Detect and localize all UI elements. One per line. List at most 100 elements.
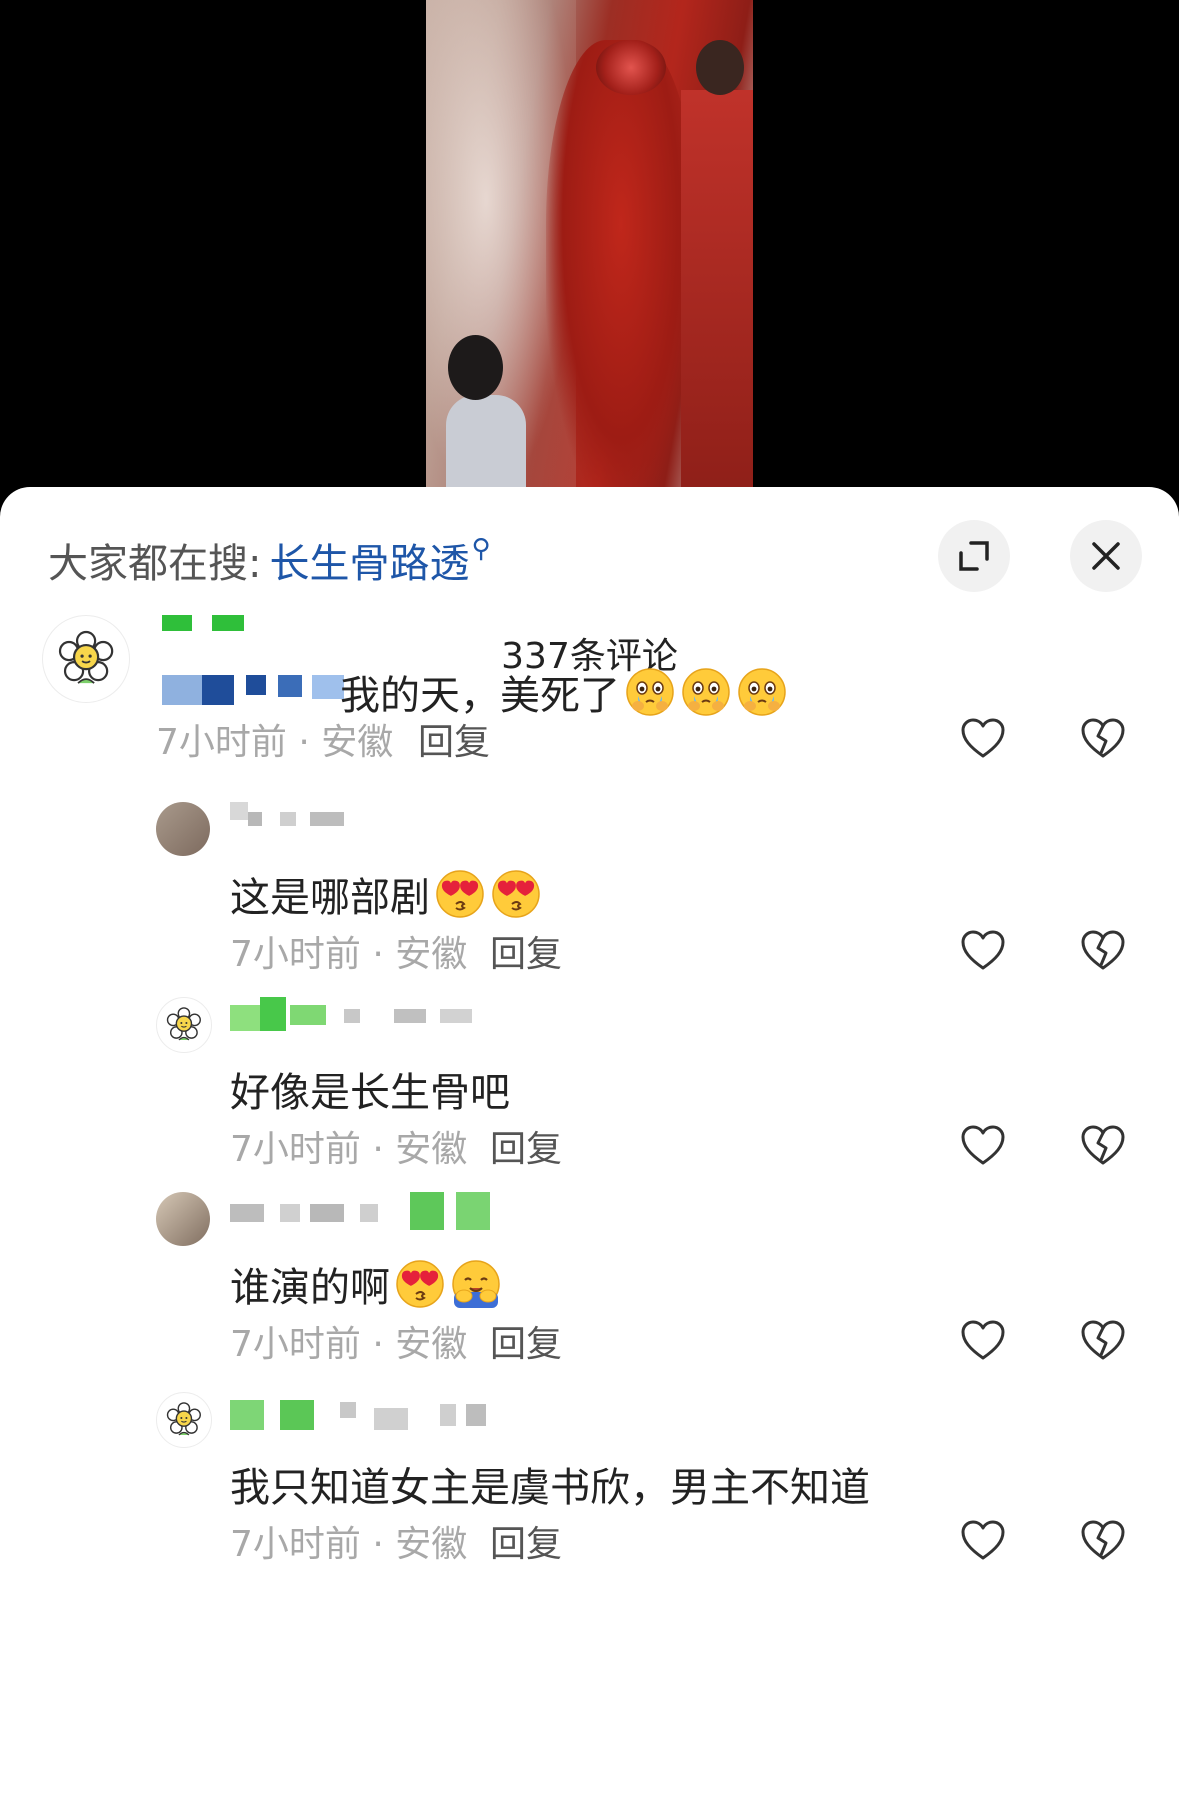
mosaic-block bbox=[440, 1009, 472, 1023]
mosaic-block bbox=[246, 675, 266, 695]
comment-time: 7小时前 bbox=[156, 722, 287, 763]
comment-item[interactable]: 我的天，美死了 7小时前 · 安徽 回复 bbox=[0, 615, 1179, 805]
comment-meta: 7小时前 · 安徽 bbox=[156, 713, 393, 765]
dislike-icon[interactable] bbox=[1080, 717, 1126, 759]
crying-face-emoji bbox=[738, 668, 786, 716]
crying-face-emoji bbox=[626, 668, 674, 716]
flower-avatar[interactable] bbox=[156, 1392, 212, 1448]
mosaic-block bbox=[360, 1204, 378, 1222]
comment-item[interactable]: 这是哪部剧 7小时前 · 安徽 回复 bbox=[0, 797, 1179, 987]
trending-search[interactable]: 大家都在搜: 长生骨路透 ⚲ bbox=[48, 532, 491, 588]
comment-time: 7小时前 bbox=[230, 1524, 361, 1565]
comment-location: 安徽 bbox=[395, 1129, 468, 1170]
video-player[interactable] bbox=[0, 0, 1179, 500]
expand-button[interactable] bbox=[938, 520, 1010, 592]
flower-avatar[interactable] bbox=[42, 615, 130, 703]
mosaic-block bbox=[310, 812, 344, 826]
comment-item[interactable]: 好像是长生骨吧 7小时前 · 安徽 回复 bbox=[0, 992, 1179, 1182]
reply-button[interactable]: 回复 bbox=[490, 925, 562, 977]
comment-text: 好像是长生骨吧 bbox=[230, 1070, 510, 1116]
comment-meta: 7小时前 · 安徽 bbox=[230, 925, 467, 977]
comment-text-line: 我的天，美死了 bbox=[340, 663, 788, 721]
meta-separator: · bbox=[360, 1324, 396, 1365]
like-icon[interactable] bbox=[960, 929, 1006, 971]
meta-separator: · bbox=[360, 934, 396, 975]
video-groom-figure bbox=[681, 90, 753, 500]
like-icon[interactable] bbox=[960, 717, 1006, 759]
mosaic-block bbox=[162, 675, 202, 705]
expand-icon bbox=[959, 541, 989, 571]
like-icon[interactable] bbox=[960, 1319, 1006, 1361]
comment-text: 我只知道女主是虞书欣，男主不知道 bbox=[230, 1465, 870, 1511]
heart-eyes-emoji bbox=[436, 870, 484, 918]
comment-text-line: 这是哪部剧 bbox=[230, 865, 542, 923]
mosaic-block bbox=[230, 802, 248, 820]
comment-item[interactable]: 谁演的啊 7小时前 · 安徽 回复 bbox=[0, 1187, 1179, 1377]
mosaic-block bbox=[230, 1005, 260, 1031]
hugging-face-emoji bbox=[452, 1260, 500, 1308]
mosaic-block bbox=[162, 615, 192, 631]
reply-button[interactable]: 回复 bbox=[418, 713, 490, 765]
meta-separator: · bbox=[360, 1524, 396, 1565]
flower-avatar[interactable] bbox=[156, 997, 212, 1053]
mosaic-block bbox=[456, 1192, 490, 1230]
flower-avatar-icon bbox=[58, 630, 114, 684]
close-button[interactable] bbox=[1070, 520, 1142, 592]
mosaic-block bbox=[278, 675, 302, 697]
comment-text: 这是哪部剧 bbox=[230, 875, 430, 921]
heart-eyes-emoji bbox=[396, 1260, 444, 1308]
dislike-icon[interactable] bbox=[1080, 1519, 1126, 1561]
video-bride-figure bbox=[546, 40, 696, 500]
heart-eyes-emoji bbox=[492, 870, 540, 918]
comment-text: 谁演的啊 bbox=[230, 1265, 390, 1311]
video-child-head bbox=[448, 335, 503, 400]
video-frame[interactable] bbox=[426, 0, 753, 500]
like-icon[interactable] bbox=[960, 1519, 1006, 1561]
mosaic-block bbox=[310, 1204, 344, 1222]
comment-item[interactable]: 我只知道女主是虞书欣，男主不知道 7小时前 · 安徽 回复 bbox=[0, 1387, 1179, 1577]
comment-location: 安徽 bbox=[395, 1524, 468, 1565]
mosaic-block bbox=[280, 1204, 300, 1222]
comment-time: 7小时前 bbox=[230, 934, 361, 975]
mosaic-block bbox=[230, 1204, 264, 1222]
mosaic-block bbox=[212, 615, 244, 631]
mosaic-block bbox=[260, 997, 286, 1031]
mosaic-block bbox=[340, 1402, 356, 1418]
dislike-icon[interactable] bbox=[1080, 929, 1126, 971]
mosaic-block bbox=[394, 1009, 426, 1023]
like-icon[interactable] bbox=[960, 1124, 1006, 1166]
comment-text-line: 好像是长生骨吧 bbox=[230, 1060, 510, 1118]
comment-meta: 7小时前 · 安徽 bbox=[230, 1515, 467, 1567]
trending-search-prefix: 大家都在搜: bbox=[48, 541, 262, 587]
mosaic-block bbox=[280, 1400, 314, 1430]
crying-face-emoji bbox=[682, 668, 730, 716]
mosaic-block bbox=[290, 1005, 326, 1025]
video-child-figure bbox=[446, 395, 526, 500]
mosaic-block bbox=[410, 1192, 444, 1230]
comment-location: 安徽 bbox=[395, 934, 468, 975]
comment-text-line: 谁演的啊 bbox=[230, 1255, 502, 1313]
comment-time: 7小时前 bbox=[230, 1129, 361, 1170]
video-groom-head bbox=[696, 40, 744, 95]
mosaic-block bbox=[230, 1400, 264, 1430]
flower-avatar-icon bbox=[166, 1402, 202, 1436]
mosaic-block bbox=[374, 1408, 408, 1430]
mosaic-block bbox=[466, 1404, 486, 1426]
meta-separator: · bbox=[360, 1129, 396, 1170]
reply-button[interactable]: 回复 bbox=[490, 1515, 562, 1567]
comment-time: 7小时前 bbox=[230, 1324, 361, 1365]
trending-search-keyword[interactable]: 长生骨路透 bbox=[269, 531, 469, 589]
comment-location: 安徽 bbox=[321, 722, 394, 763]
comment-meta: 7小时前 · 安徽 bbox=[230, 1120, 467, 1172]
photo-avatar[interactable] bbox=[156, 1192, 210, 1246]
mosaic-block bbox=[202, 675, 234, 705]
dislike-icon[interactable] bbox=[1080, 1319, 1126, 1361]
video-bride-headdress bbox=[596, 40, 666, 95]
comment-location: 安徽 bbox=[395, 1324, 468, 1365]
comment-text-line: 我只知道女主是虞书欣，男主不知道 bbox=[230, 1455, 870, 1513]
dislike-icon[interactable] bbox=[1080, 1124, 1126, 1166]
photo-avatar[interactable] bbox=[156, 802, 210, 856]
mosaic-block bbox=[440, 1404, 456, 1426]
reply-button[interactable]: 回复 bbox=[490, 1315, 562, 1367]
reply-button[interactable]: 回复 bbox=[490, 1120, 562, 1172]
